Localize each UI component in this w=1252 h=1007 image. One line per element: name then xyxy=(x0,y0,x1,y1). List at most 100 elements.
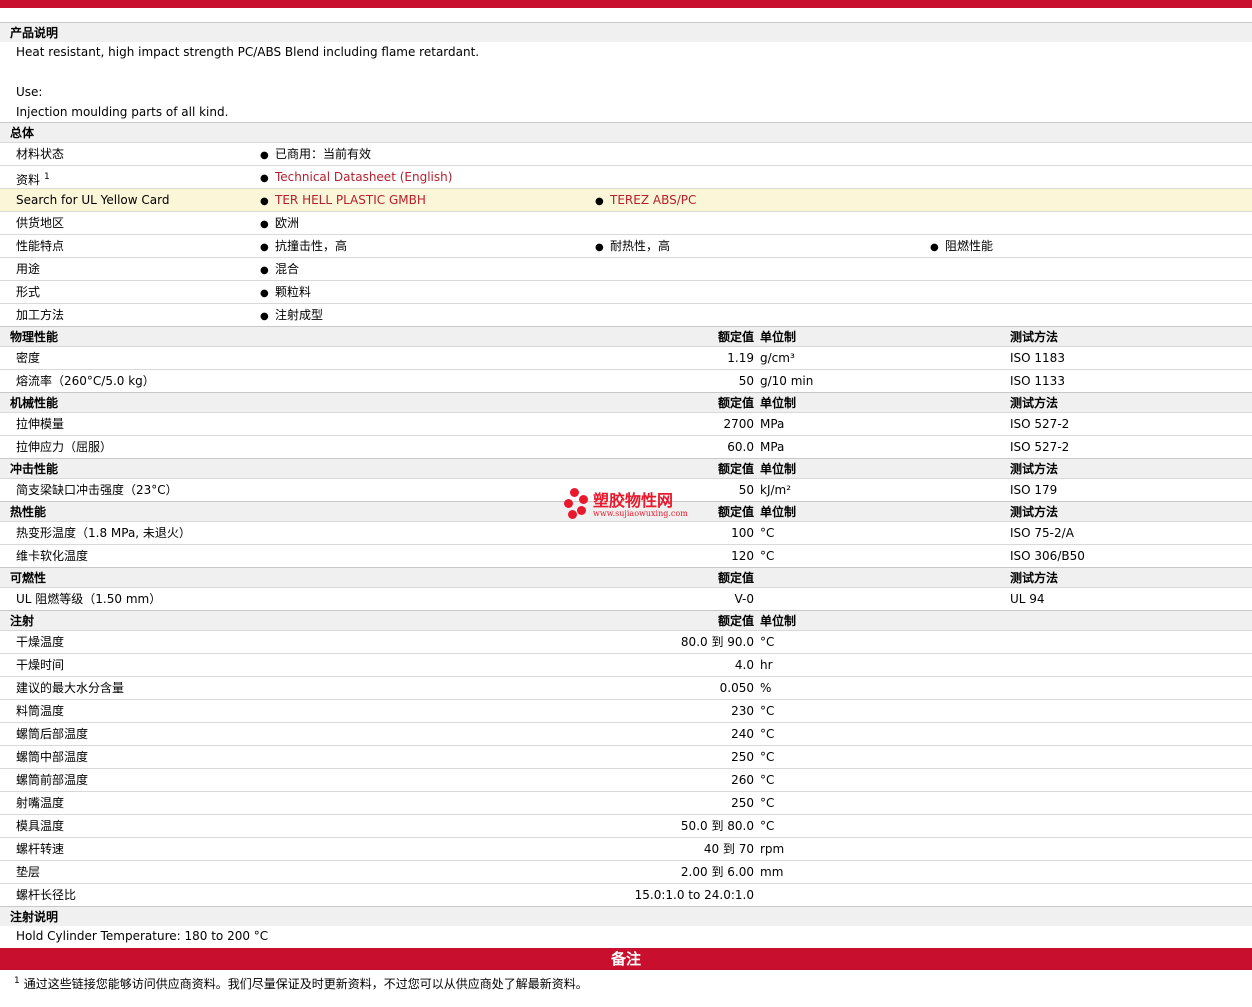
method-col-header: 测试方法 xyxy=(1010,505,1059,519)
property-label: 干燥温度 xyxy=(16,635,65,649)
property-row: 建议的最大水分含量 0.050% xyxy=(0,676,1252,699)
product-description-header: 产品说明 xyxy=(0,22,1252,42)
supplier-link[interactable]: TER HELL PLASTIC GMBH xyxy=(275,193,426,207)
property-unit: °C xyxy=(760,526,775,540)
property-label: 螺筒前部温度 xyxy=(16,773,89,787)
property-section-header: 冲击性能 额定值 单位制 测试方法 xyxy=(0,458,1252,478)
test-method: ISO 75-2/A xyxy=(1010,526,1074,540)
supplier-link[interactable]: TEREZ ABS/PC xyxy=(610,193,696,207)
watermark-url: www.sujiaowuxing.com xyxy=(593,509,688,518)
watermark-name: 塑胶物性网 xyxy=(593,491,674,510)
row-label-text: 供货地区 xyxy=(16,216,65,230)
bullet-item: 混合 xyxy=(260,258,299,282)
property-value: 15.0:1.0 to 24.0:1.0 xyxy=(634,888,754,902)
property-unit: rpm xyxy=(760,842,785,856)
property-label: 拉伸应力（屈服） xyxy=(16,440,113,454)
property-label: 螺杆转速 xyxy=(16,842,65,856)
row-label-text: Search for UL Yellow Card xyxy=(16,193,170,207)
property-value: 50.0 到 80.0 xyxy=(680,819,754,833)
property-label: 简支梁缺口冲击强度（23°C） xyxy=(16,483,178,497)
property-label: 密度 xyxy=(16,351,41,365)
property-unit: °C xyxy=(760,704,775,718)
footnote-ref: 1 xyxy=(44,172,50,182)
property-row: 螺筒前部温度 260 °C xyxy=(0,768,1252,791)
section-title: 冲击性能 xyxy=(10,462,59,476)
test-method: ISO 527-2 xyxy=(1010,417,1070,431)
property-unit: % xyxy=(760,681,772,695)
property-unit: °C xyxy=(760,750,775,764)
property-label: 螺杆长径比 xyxy=(16,888,77,902)
property-unit: °C xyxy=(760,773,775,787)
general-header: 总体 xyxy=(0,122,1252,142)
property-label: 垫层 xyxy=(16,865,41,879)
injection-notes-header: 注射说明 xyxy=(0,906,1252,926)
test-method: ISO 306/B50 xyxy=(1010,549,1085,563)
notes-header: 备注 xyxy=(0,948,1252,970)
property-label: UL 阻燃等级（1.50 mm） xyxy=(16,592,162,606)
method-col-header: 测试方法 xyxy=(1010,330,1059,344)
property-value: 100 xyxy=(731,526,754,540)
property-unit: °C xyxy=(760,727,775,741)
value-col-header: 额定值 xyxy=(717,505,754,519)
property-row: 模具温度 50.0 到 80.0 °C xyxy=(0,814,1252,837)
value-col-header: 额定值 xyxy=(717,462,754,476)
method-col-header: 测试方法 xyxy=(1010,396,1059,410)
general-row: 资料1 Technical Datasheet (English) xyxy=(0,165,1252,188)
test-method: ISO 1183 xyxy=(1010,351,1065,365)
test-method: ISO 179 xyxy=(1010,483,1058,497)
property-value: 250 xyxy=(731,796,754,810)
property-row: 拉伸模量 2700 MPa ISO 527-2 xyxy=(0,412,1252,435)
section-title: 可燃性 xyxy=(10,571,47,585)
bullet-item: 阻燃性能 xyxy=(930,235,993,259)
section-title: 热性能 xyxy=(10,505,47,519)
property-row: 熔流率（260°C/5.0 kg） 50 g/10 min ISO 1133 xyxy=(0,369,1252,392)
property-unit: °C xyxy=(760,549,775,563)
row-label-text: 资料 xyxy=(16,173,41,187)
bullet-link-item: Technical Datasheet (English) xyxy=(260,166,452,190)
property-label: 射嘴温度 xyxy=(16,796,65,810)
property-value: 250 xyxy=(731,750,754,764)
property-row: 垫层 2.00 到 6.00 mm xyxy=(0,860,1252,883)
general-row: Search for UL Yellow Card TER HELL PLASTI… xyxy=(0,188,1252,211)
property-section-header: 可燃性 额定值 测试方法 xyxy=(0,567,1252,587)
property-label: 拉伸模量 xyxy=(16,417,65,431)
value-col-header: 额定值 xyxy=(717,330,754,344)
general-row: 性能特点 抗撞击性，高 耐热性，高 阻燃性能 xyxy=(0,234,1252,257)
bullet-item: 抗撞击性，高 xyxy=(260,235,347,259)
property-value: 2.00 到 6.00 xyxy=(680,865,754,879)
property-value: 40 到 70 xyxy=(703,842,754,856)
footnote: 1 通过这些链接您能够访问供应商资料。我们尽量保证及时更新资料，不过您可以从供应商… xyxy=(0,970,1252,995)
bullet-link-item: TEREZ ABS/PC xyxy=(595,189,696,213)
property-section-header: 注射 额定值 单位制 xyxy=(0,610,1252,630)
property-value: 4.0 xyxy=(734,658,754,672)
property-unit: mm xyxy=(760,865,784,879)
bullet-item: 耐热性，高 xyxy=(595,235,670,259)
property-value: 260 xyxy=(731,773,754,787)
property-value: 2700 xyxy=(723,417,754,431)
property-row: 螺杆转速 40 到 70 rpm xyxy=(0,837,1252,860)
property-unit: MPa xyxy=(760,417,785,431)
property-value: V-0 xyxy=(734,592,754,606)
property-row: 螺杆长径比 15.0:1.0 to 24.0:1.0 xyxy=(0,883,1252,906)
watermark-dots-icon xyxy=(562,486,590,522)
property-section-header: 机械性能 额定值 单位制 测试方法 xyxy=(0,392,1252,412)
property-value: 50 xyxy=(738,483,754,497)
test-method: UL 94 xyxy=(1010,592,1045,606)
section-title: 总体 xyxy=(10,126,35,140)
property-unit: °C xyxy=(760,635,775,649)
property-value: 230 xyxy=(731,704,754,718)
property-label: 熔流率（260°C/5.0 kg） xyxy=(16,374,155,388)
supplier-link[interactable]: Technical Datasheet (English) xyxy=(275,170,452,184)
unit-col-header: 单位制 xyxy=(760,330,797,344)
unit-col-header: 单位制 xyxy=(760,505,797,519)
general-row: 用途 混合 xyxy=(0,257,1252,280)
property-unit: g/cm³ xyxy=(760,351,795,365)
section-title: 物理性能 xyxy=(10,330,59,344)
property-row: 料筒温度 230 °C xyxy=(0,699,1252,722)
value-col-header: 额定值 xyxy=(717,396,754,410)
property-row: 干燥时间 4.0 hr xyxy=(0,653,1252,676)
row-label-text: 加工方法 xyxy=(16,308,65,322)
general-table: 材料状态 已商用：当前有效资料1 Technical Datasheet (Engl… xyxy=(0,142,1252,326)
bullet-item: 颗粒料 xyxy=(260,281,311,305)
property-unit: °C xyxy=(760,796,775,810)
